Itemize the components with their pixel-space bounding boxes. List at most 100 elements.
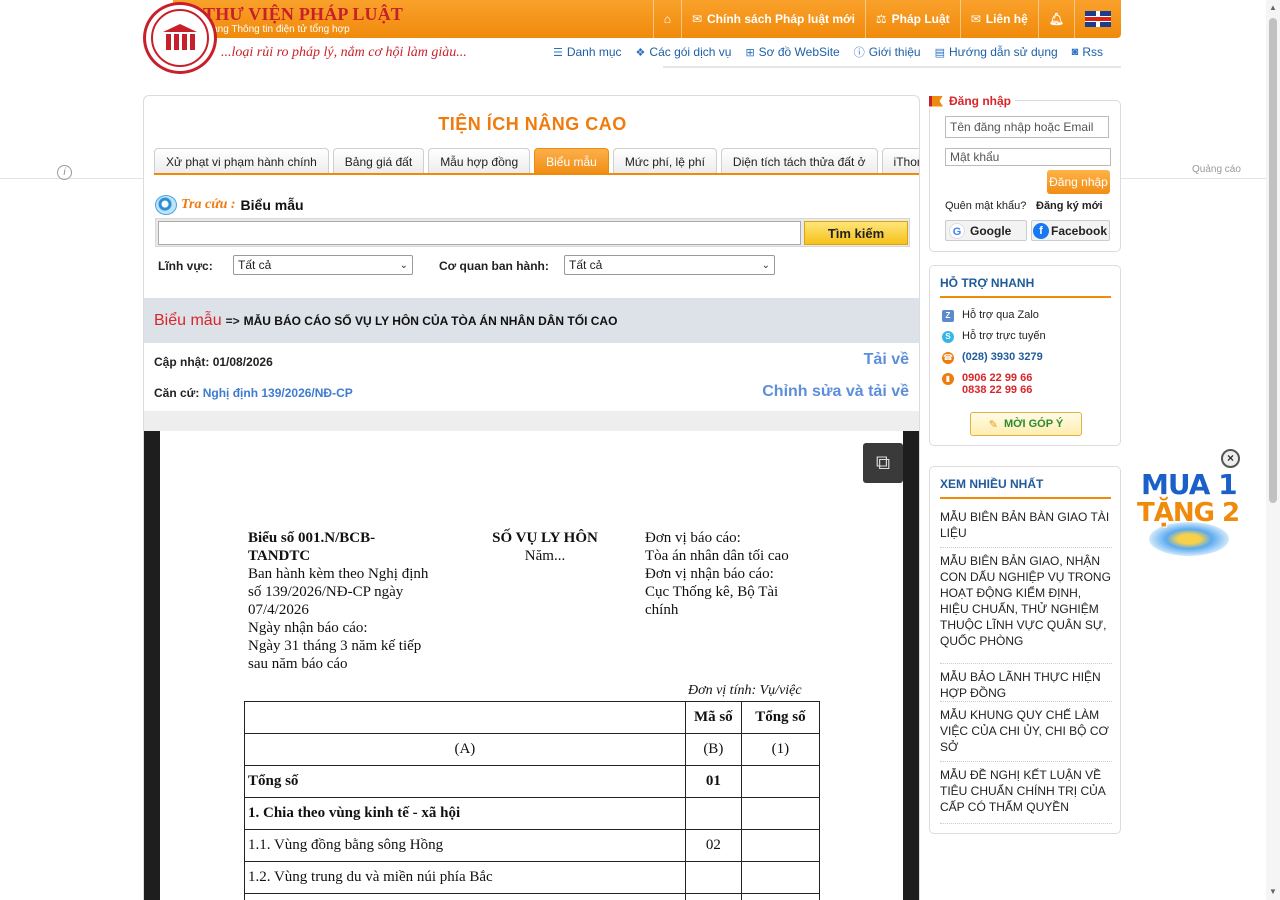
username-input[interactable]: Tên đăng nhập hoặc Email [945,116,1109,138]
nav-new-policy[interactable]: ✉ Chính sách Pháp luật mới [680,0,865,38]
language-button[interactable] [1074,0,1121,38]
book-icon: ▤ [934,46,945,59]
scroll-down-icon[interactable]: ▼ [1268,887,1278,897]
document-title: MẪU BÁO CÁO SỐ VỤ LY HÔN CỦA TÒA ÁN NHÂN… [243,313,618,328]
field-filter-select[interactable]: Tất cả ⌄ [233,255,413,275]
site-header: THƯ VIỆN PHÁP LUẬT Trang Thông tin điện … [143,0,1121,74]
subnav-categories[interactable]: ☰ Danh mục [553,44,622,60]
table-header-code: Mã số [684,701,742,734]
nav-contact-label: Liên hệ [985,12,1028,26]
doc-left-line: Ngày nhận báo cáo: [248,620,368,636]
edit-download-link[interactable]: Chỉnh sửa và tải về [762,383,909,401]
agency-filter-select[interactable]: Tất cả ⌄ [564,255,775,275]
tab-admin-penalty[interactable]: Xử phạt vi phạm hành chính [154,148,329,174]
mail-icon: ✉ [691,12,703,26]
scrollbar-thumb[interactable] [1269,18,1277,503]
list-item[interactable]: MẪU BẢO LÃNH THỰC HIỆN HỢP ĐỒNG [940,669,1112,701]
list-item[interactable]: MẪU ĐỀ NGHỊ KẾT LUẬN VỀ TIÊU CHUẨN CHÍNH… [940,767,1112,815]
skype-icon: S [942,331,954,343]
rss-icon: ◙ [1071,46,1079,58]
doc-center-title: SỐ VỤ LY HÔN [492,530,598,546]
subnav-sitemap[interactable]: ⊞ Sơ đồ WebSite [745,44,839,60]
table-row: 1. Chia theo vùng kinh tế - xã hội [244,797,821,830]
support-phone[interactable]: ☎ (028) 3930 3279 [942,351,1043,364]
promo-close-button[interactable]: × [1221,449,1240,468]
forgot-password-link[interactable]: Quên mật khẩu? [945,200,1026,212]
ad-label: Quảng cáo [1192,164,1241,175]
list-icon: ☰ [552,46,563,59]
scroll-up-icon[interactable]: ▲ [1268,3,1278,13]
tab-contract-template[interactable]: Mẫu hợp đồng [428,148,531,174]
tab-land-split[interactable]: Diện tích tách thửa đất ở [720,148,878,174]
left-divider [0,178,143,179]
doc-center-block: SỐ VỤ LY HÔN Năm... [470,529,620,565]
login-button[interactable]: Đăng nhập [1047,170,1110,194]
tab-land-price[interactable]: Bảng giá đất [332,148,425,174]
subnav-categories-label: Danh mục [566,45,622,59]
subnav-guide[interactable]: ▤ Hướng dẫn sử dụng [935,44,1058,60]
doc-right-line: Đơn vị nhận báo cáo: [645,566,774,582]
support-zalo-label: Hỗ trợ qua Zalo [962,309,1039,321]
doc-left-line: 07/4/2026 [248,602,309,618]
promo-banner[interactable]: MUA 1 TẶNG 2 [1135,462,1245,562]
search-heading: Tra cứu : Biểu mẫu [155,195,304,215]
updated-label: Cập nhật: [154,355,210,369]
table-cell [740,829,821,862]
promo-line2: TẶNG 2 [1137,498,1240,528]
home-button[interactable]: ⌂ [652,0,681,38]
breadcrumb-section[interactable]: Biểu mẫu [154,312,222,330]
most-viewed-box: XEM NHIỀU NHẤT MẪU BIÊN BẢN BÀN GIAO TÀI… [929,466,1121,834]
subnav-packages[interactable]: ❖ Các gói dịch vụ [636,44,732,60]
list-item[interactable]: MẪU KHUNG QUY CHẾ LÀM VIỆC CỦA CHI ỦY, C… [940,707,1112,755]
open-external-button[interactable]: ⧉ [863,443,903,483]
main-panel: TIỆN ÍCH NÂNG CAO Xử phạt vi phạm hành c… [143,95,920,900]
login-box: Đăng nhập Tên đăng nhập hoặc Email Mật k… [929,94,1121,252]
table-row [244,893,821,900]
list-item[interactable]: MẪU BIÊN BẢN GIAO, NHẬN CON DẤU NGHIỆP V… [940,553,1112,649]
tab-ithong[interactable]: iThong [881,148,919,174]
nav-law[interactable]: ⚖ Pháp Luật [864,0,960,38]
list-item[interactable]: MẪU BIÊN BẢN BÀN GIAO TÀI LIỆU [940,509,1112,541]
site-title[interactable]: THƯ VIỆN PHÁP LUẬT [203,4,403,25]
support-zalo[interactable]: Z Hỗ trợ qua Zalo [942,309,1039,322]
table-cell [684,893,742,900]
updated-date: Cập nhật: 01/08/2026 [154,355,273,369]
search-bullet-icon [155,195,177,215]
support-online[interactable]: S Hỗ trợ trực tuyến [942,330,1046,343]
ad-info-icon[interactable]: i [57,165,72,180]
envelope-icon: ✉ [970,12,981,26]
support-mobile[interactable]: ▮ 0906 22 99 66 0838 22 99 66 [942,372,1032,396]
logo-pillars-icon [163,24,197,52]
support-mobile-numbers: 0906 22 99 66 0838 22 99 66 [962,372,1032,396]
tab-forms[interactable]: Biểu mẫu [534,148,609,174]
site-logo[interactable] [143,2,217,74]
field-filter-label: Lĩnh vực: [158,259,213,273]
list-divider [940,663,1112,664]
doc-right-line: Tòa án nhân dân tối cao [645,548,789,564]
download-link[interactable]: Tải về [864,351,909,369]
table-row: 1.1. Vùng đồng bằng sông Hồng 02 [244,829,821,862]
table-row: (A) (B) (1) [244,733,821,766]
list-divider [940,701,1112,702]
basis-link[interactable]: Nghị định 139/2026/NĐ-CP [203,386,353,400]
nav-contact[interactable]: ✉ Liên hệ [959,0,1038,38]
feedback-button[interactable]: ✎ MỜI GÓP Ý [970,412,1082,436]
register-link[interactable]: Đăng ký mới [1036,200,1103,212]
document-viewer[interactable]: Biểu số 001.N/BCB- TANDTC Ban hành kèm t… [144,431,919,900]
table-cell [244,701,686,734]
search-button[interactable]: Tìm kiếm [804,221,908,245]
tab-fees[interactable]: Mức phí, lệ phí [612,148,717,174]
notification-button[interactable]: 🔔︎ [1037,0,1074,38]
right-divider [1121,178,1266,179]
facebook-login-button[interactable]: f Facebook [1031,220,1110,241]
flag-icon [929,95,943,107]
logo-ring [151,9,209,67]
subnav-packages-label: Các gói dịch vụ [649,45,732,59]
search-input[interactable] [158,221,801,245]
subnav-about[interactable]: ⓘ Giới thiệu [854,44,921,60]
google-login-button[interactable]: G Google [945,220,1027,241]
support-title: HỖ TRỢ NHANH [940,276,1035,290]
password-input[interactable]: Mật khẩu [945,148,1111,166]
close-icon: × [1226,451,1234,465]
subnav-rss[interactable]: ◙ Rss [1072,44,1103,60]
